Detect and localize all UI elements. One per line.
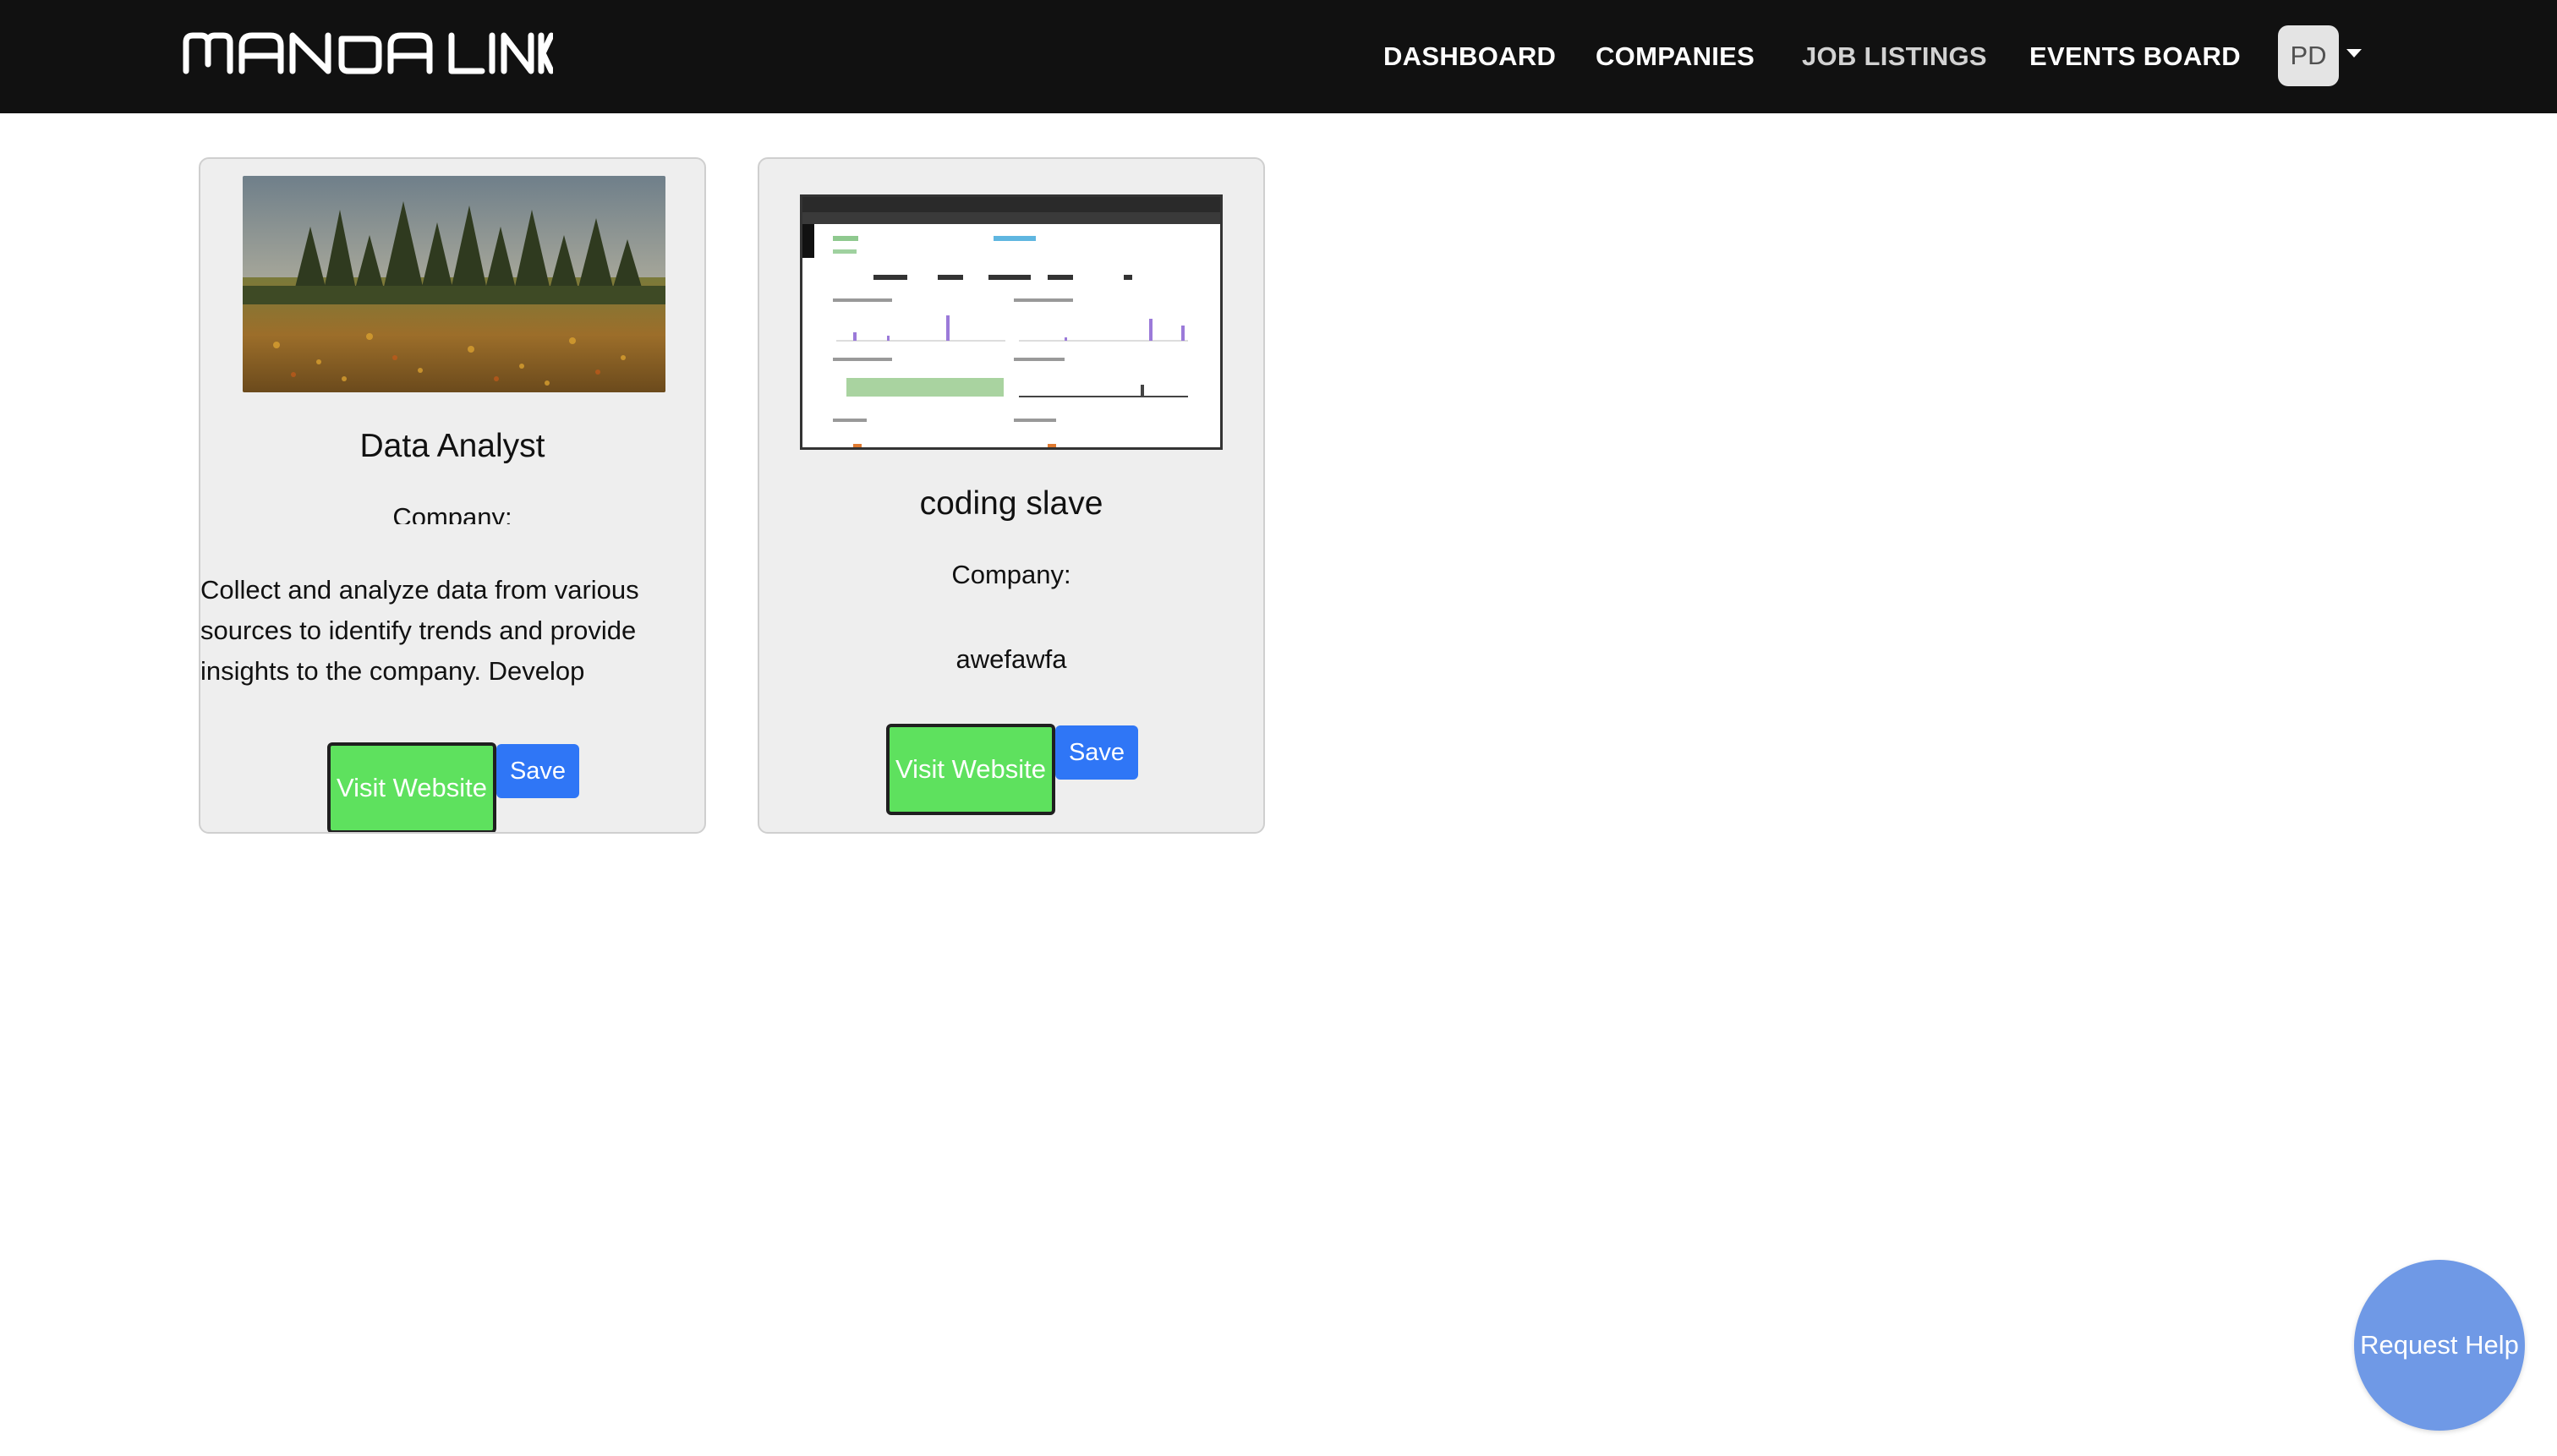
nav-job-listings[interactable]: JOB LISTINGS	[1802, 41, 1987, 72]
job-description: Collect and analyze data from various so…	[200, 575, 639, 686]
company-name: awefawfa	[955, 644, 1067, 674]
top-navbar: DASHBOARD COMPANIES JOB LISTINGS EVENTS …	[0, 0, 2557, 113]
brand-logo-wordmark	[183, 32, 553, 74]
request-help-button[interactable]: Request Help	[2354, 1260, 2525, 1431]
dashboard-screenshot-image	[802, 197, 1220, 447]
brand-logo[interactable]	[183, 30, 553, 74]
job-image	[800, 194, 1223, 450]
landscape-image	[243, 176, 665, 392]
save-button[interactable]: Save	[1055, 725, 1138, 780]
company-label: Company:	[392, 502, 512, 524]
job-title: coding slave	[919, 485, 1103, 522]
user-avatar[interactable]: PD	[2278, 25, 2339, 86]
nav-companies[interactable]: COMPANIES	[1596, 41, 1755, 72]
job-card: coding slave Company: awefawfa Visit Web…	[758, 157, 1265, 834]
visit-website-button[interactable]: Visit Website	[327, 742, 496, 832]
nav-events-board[interactable]: EVENTS BOARD	[2029, 41, 2241, 72]
job-title: Data Analyst	[359, 428, 545, 464]
job-image	[243, 176, 665, 392]
job-card: Data Analyst Company: Collect and analyz…	[199, 157, 706, 834]
company-label: Company:	[951, 560, 1071, 589]
save-button[interactable]: Save	[496, 744, 579, 798]
caret-down-icon[interactable]	[2346, 49, 2362, 57]
visit-website-button[interactable]: Visit Website	[886, 724, 1055, 815]
nav-dashboard[interactable]: DASHBOARD	[1383, 41, 1556, 72]
